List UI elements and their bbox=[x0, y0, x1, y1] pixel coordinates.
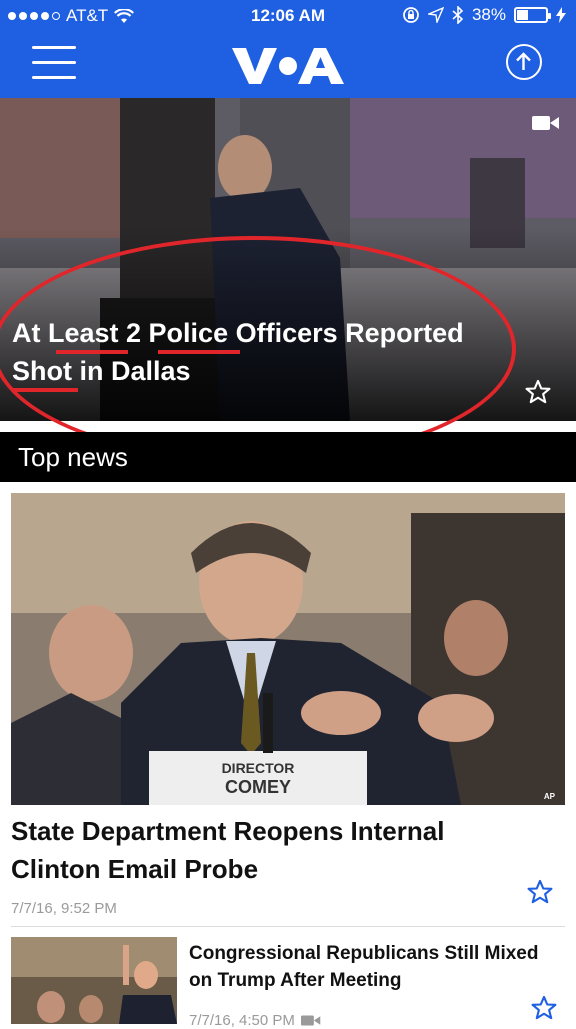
top-story-image[interactable]: DIRECTOR COMEY AP bbox=[11, 493, 565, 805]
star-outline-icon[interactable] bbox=[524, 378, 552, 406]
section-title: Top news bbox=[18, 442, 128, 472]
bluetooth-icon bbox=[452, 6, 464, 24]
video-camera-icon bbox=[532, 116, 559, 130]
list-item-meta: 7/7/16, 4:50 PM bbox=[189, 1012, 321, 1029]
status-bar: AT&T 12:06 AM 38% bbox=[0, 0, 576, 32]
hamburger-menu-icon[interactable] bbox=[32, 46, 76, 80]
divider bbox=[11, 926, 565, 927]
navigation-bar bbox=[0, 32, 576, 98]
nameplate-line2: COMEY bbox=[225, 777, 291, 797]
list-item-thumbnail[interactable] bbox=[11, 937, 177, 1024]
nameplate-line1: DIRECTOR bbox=[222, 760, 295, 776]
list-item-date: 7/7/16, 4:50 PM bbox=[189, 1012, 295, 1029]
video-camera-icon bbox=[300, 1015, 321, 1026]
top-story-title[interactable]: State Department Reopens Internal Clinto… bbox=[11, 812, 531, 888]
section-header: Top news bbox=[0, 432, 576, 482]
image-credit: AP bbox=[544, 792, 556, 801]
star-outline-icon[interactable] bbox=[526, 878, 554, 906]
location-arrow-icon bbox=[427, 7, 444, 23]
star-outline-icon[interactable] bbox=[530, 994, 558, 1022]
top-app-bar: AT&T 12:06 AM 38% bbox=[0, 0, 576, 98]
voa-logo[interactable] bbox=[230, 42, 346, 88]
hero-story[interactable]: At Least 2 Police Officers Reported Shot… bbox=[0, 98, 576, 421]
red-annotation-underline bbox=[12, 388, 78, 392]
charging-bolt-icon bbox=[556, 7, 566, 23]
arrow-up-circle-icon[interactable] bbox=[506, 44, 542, 80]
trump-photo bbox=[11, 937, 177, 1024]
rotation-lock-icon bbox=[403, 7, 419, 23]
red-annotation-underline bbox=[158, 350, 240, 354]
top-story-date: 7/7/16, 9:52 PM bbox=[11, 900, 117, 917]
battery-icon bbox=[514, 7, 551, 23]
hearing-photo: DIRECTOR COMEY AP bbox=[11, 493, 565, 805]
battery-percentage: 38% bbox=[471, 5, 506, 24]
list-item-title[interactable]: Congressional Republicans Still Mixed on… bbox=[189, 940, 549, 994]
red-annotation-underline bbox=[56, 350, 128, 354]
